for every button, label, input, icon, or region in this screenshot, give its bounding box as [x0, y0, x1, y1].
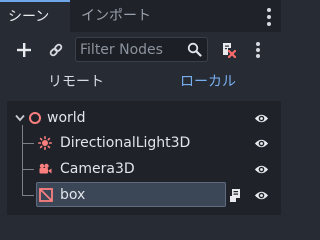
tree-row-label: box	[60, 187, 86, 203]
tree-row-label: world	[47, 110, 86, 126]
visibility-eye-icon[interactable]	[254, 111, 269, 126]
tree-row-world[interactable]: world	[7, 106, 281, 130]
plus-icon	[17, 43, 31, 57]
remote-tab[interactable]: リモート	[48, 73, 104, 91]
scene-tree-menu-icon[interactable]	[256, 42, 260, 58]
add-node-button[interactable]	[12, 39, 36, 61]
visibility-eye-icon[interactable]	[254, 188, 269, 203]
node3d-icon	[29, 112, 41, 124]
tree-row-label: DirectionalLight3D	[60, 135, 191, 151]
csg-box-icon	[39, 188, 53, 202]
tree-row-box[interactable]: box	[7, 182, 281, 208]
script-filter-icon	[223, 43, 236, 58]
directional-light-icon	[38, 136, 52, 150]
visibility-eye-icon[interactable]	[254, 162, 269, 177]
tree-row-label: Camera3D	[60, 161, 135, 177]
visibility-eye-icon[interactable]	[254, 136, 269, 151]
scene-dock: シーン インポート Filter Nodes リモート ローカル world D…	[0, 0, 281, 215]
local-tab[interactable]: ローカル	[180, 73, 236, 91]
tab-import[interactable]: インポート	[81, 0, 151, 32]
chevron-down-icon[interactable]	[15, 114, 25, 122]
scene-tree: world DirectionalLight3D Camera3D box	[7, 101, 281, 215]
tree-row-directional-light[interactable]: DirectionalLight3D	[7, 131, 281, 155]
link-icon	[49, 43, 63, 57]
tab-scene[interactable]: シーン	[0, 0, 70, 32]
search-icon	[187, 42, 202, 57]
script-icon[interactable]	[228, 188, 242, 203]
filter-nodes-field[interactable]	[75, 37, 208, 62]
script-filter-button[interactable]	[216, 39, 240, 61]
instance-child-scene-button[interactable]	[44, 39, 68, 61]
camera-icon	[39, 163, 52, 174]
filter-nodes-input[interactable]	[80, 39, 184, 60]
dock-menu-icon[interactable]	[267, 8, 271, 26]
dock-tab-bar: シーン インポート	[0, 0, 281, 32]
tree-row-camera[interactable]: Camera3D	[7, 157, 281, 181]
